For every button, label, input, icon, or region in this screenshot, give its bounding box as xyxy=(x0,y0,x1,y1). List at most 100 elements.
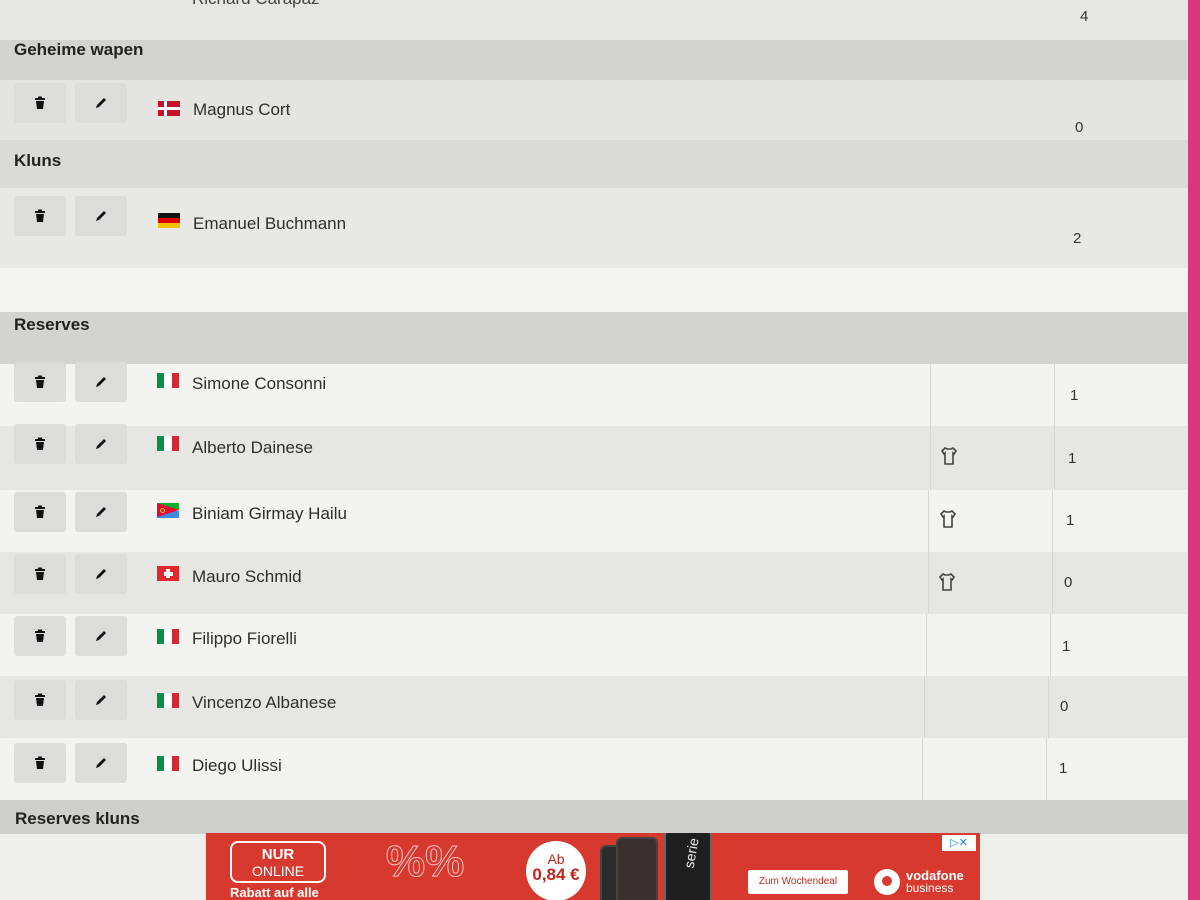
table-row: Emanuel Buchmann 2 xyxy=(0,188,1188,268)
edit-button[interactable] xyxy=(75,616,127,656)
table-row: Magnus Cort 0 xyxy=(0,80,1188,140)
pencil-icon xyxy=(96,569,106,579)
delete-button[interactable] xyxy=(14,424,66,464)
rider-name[interactable]: Emanuel Buchmann xyxy=(193,214,346,234)
shirt-icon[interactable] xyxy=(939,446,959,466)
edit-button[interactable] xyxy=(75,83,127,123)
accent-bar xyxy=(1188,0,1200,900)
edit-button[interactable] xyxy=(75,680,127,720)
delete-button[interactable] xyxy=(14,196,66,236)
delete-button[interactable] xyxy=(14,554,66,594)
delete-button[interactable] xyxy=(14,492,66,532)
table-row: Alberto Dainese 1 xyxy=(0,424,1188,490)
table-row: Biniam Girmay Hailu 1 xyxy=(0,490,1188,552)
rider-points: 4 xyxy=(1080,8,1089,25)
vodafone-logo-icon xyxy=(874,869,900,895)
pencil-icon xyxy=(96,507,106,517)
table-row: Mauro Schmid 0 xyxy=(0,552,1188,614)
delete-button[interactable] xyxy=(14,680,66,720)
delete-button[interactable] xyxy=(14,83,66,123)
section-title: Reserves kluns xyxy=(15,809,140,828)
spacer-row xyxy=(0,268,1188,312)
trash-icon xyxy=(35,437,45,450)
pencil-icon xyxy=(96,98,106,108)
rider-name[interactable]: Vincenzo Albanese xyxy=(192,693,336,713)
pencil-icon xyxy=(96,211,106,221)
rider-points: 0 xyxy=(1075,119,1084,136)
flag-germany-icon xyxy=(158,213,180,228)
flag-denmark-icon xyxy=(158,101,180,116)
trash-icon xyxy=(35,756,45,769)
section-title: Geheime wapen xyxy=(14,40,144,59)
section-title: Kluns xyxy=(14,151,62,170)
pencil-icon xyxy=(96,758,106,768)
rider-points: 1 xyxy=(1062,638,1071,655)
shirt-icon[interactable] xyxy=(938,509,958,529)
rider-name[interactable]: Simone Consonni xyxy=(192,374,326,394)
team-panel: Richard Carapaz 4 Geheime wapen Magnus C… xyxy=(0,0,1188,900)
rider-name[interactable]: Diego Ulissi xyxy=(192,756,282,776)
section-header-kluns: Kluns xyxy=(0,140,1188,188)
flag-eritrea-icon xyxy=(157,503,179,518)
trash-icon xyxy=(35,567,45,580)
rider-name[interactable]: Magnus Cort xyxy=(193,100,290,120)
delete-button[interactable] xyxy=(14,616,66,656)
delete-button[interactable] xyxy=(14,362,66,402)
ad-rabatt-text: Rabatt auf alle xyxy=(230,885,319,900)
ad-phone-image xyxy=(616,837,658,900)
ad-cta-button[interactable]: Zum Wochendeal xyxy=(748,870,848,894)
rider-name[interactable]: Alberto Dainese xyxy=(192,438,313,458)
flag-italy-icon xyxy=(157,693,179,708)
ad-nur-online-badge: NUR ONLINE xyxy=(230,841,326,883)
trash-icon xyxy=(35,505,45,518)
rider-name[interactable]: Biniam Girmay Hailu xyxy=(192,504,347,524)
pencil-icon xyxy=(96,631,106,641)
pencil-icon xyxy=(96,695,106,705)
section-header-reserves-kluns: Reserves kluns xyxy=(0,800,1188,834)
rider-points: 0 xyxy=(1064,574,1073,591)
edit-button[interactable] xyxy=(75,554,127,594)
edit-button[interactable] xyxy=(75,196,127,236)
ad-brand: vodafone business xyxy=(906,868,964,895)
ad-percent-decoration: %% xyxy=(385,837,465,887)
ad-banner[interactable]: NUR ONLINE Rabatt auf alle %% Ab 0,84 € … xyxy=(206,833,980,900)
section-title: Reserves xyxy=(14,315,90,334)
edit-button[interactable] xyxy=(75,492,127,532)
rider-points: 1 xyxy=(1059,760,1068,777)
table-row: Simone Consonni 1 xyxy=(0,362,1188,426)
flag-italy-icon xyxy=(157,436,179,451)
trash-icon xyxy=(35,209,45,222)
rider-name: Richard Carapaz xyxy=(192,0,320,9)
ad-phone-image: serie xyxy=(664,833,712,900)
ad-price-badge: Ab 0,84 € xyxy=(526,841,586,900)
rider-points: 1 xyxy=(1070,387,1079,404)
table-row: Vincenzo Albanese 0 xyxy=(0,676,1188,738)
rider-name[interactable]: Mauro Schmid xyxy=(192,567,302,587)
trash-icon xyxy=(35,96,45,109)
edit-button[interactable] xyxy=(75,362,127,402)
pencil-icon xyxy=(96,439,106,449)
section-header-reserves: Reserves xyxy=(0,312,1188,364)
rider-name[interactable]: Filippo Fiorelli xyxy=(192,629,297,649)
table-row: Richard Carapaz 4 xyxy=(0,0,1188,40)
adchoices-icon[interactable]: ▷✕ xyxy=(942,835,976,851)
table-row: Filippo Fiorelli 1 xyxy=(0,614,1188,676)
page: Richard Carapaz 4 Geheime wapen Magnus C… xyxy=(0,0,1200,900)
edit-button[interactable] xyxy=(75,743,127,783)
rider-points: 2 xyxy=(1073,230,1082,247)
pencil-icon xyxy=(96,377,106,387)
flag-italy-icon xyxy=(157,756,179,771)
edit-button[interactable] xyxy=(75,424,127,464)
trash-icon xyxy=(35,693,45,706)
flag-italy-icon xyxy=(157,629,179,644)
rider-points: 1 xyxy=(1066,512,1075,529)
flag-switzerland-icon xyxy=(157,566,179,581)
flag-italy-icon xyxy=(157,373,179,388)
trash-icon xyxy=(35,375,45,388)
rider-points: 1 xyxy=(1068,450,1077,467)
rider-points: 0 xyxy=(1060,698,1069,715)
delete-button[interactable] xyxy=(14,743,66,783)
table-row: Diego Ulissi 1 xyxy=(0,738,1188,800)
trash-icon xyxy=(35,629,45,642)
shirt-icon[interactable] xyxy=(937,572,957,592)
